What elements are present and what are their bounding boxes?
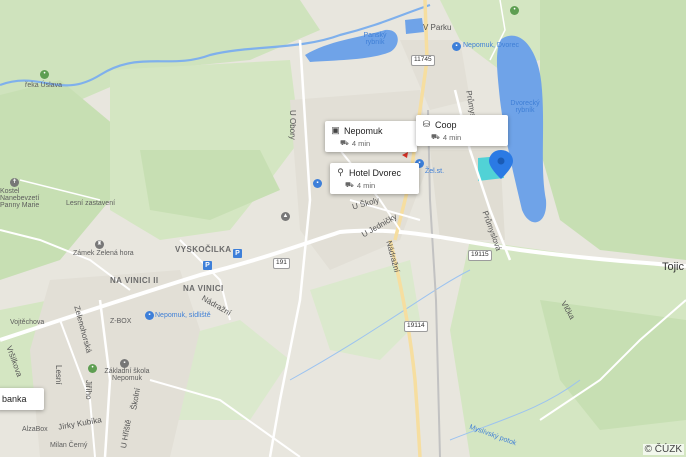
pond-label: Dvorecký rybník — [510, 100, 540, 114]
castle-icon[interactable]: ♜ — [95, 240, 104, 249]
poi-label[interactable]: Lesní zastavení — [66, 200, 115, 207]
cart-icon: ⛁ — [422, 119, 431, 129]
card-travel-time: 4 min — [351, 139, 371, 148]
poi-label[interactable]: Základní škola Nepomuk — [102, 368, 152, 382]
park-icon[interactable]: • — [88, 364, 97, 373]
nepomuk-bus-card[interactable]: ▣ Nepomuk ⛟ 4 min — [325, 121, 417, 152]
river-label: řeka Úslava — [25, 82, 62, 89]
banka-card[interactable]: banka — [0, 388, 44, 410]
map-canvas[interactable]: 11745 19115 19114 191 P P V Parku Nepomu… — [0, 0, 686, 457]
pond — [405, 18, 424, 34]
parking-icon[interactable]: P — [233, 249, 242, 258]
street-label: Jiřího — [84, 380, 93, 400]
bus-stop-icon[interactable]: ▪ — [145, 311, 154, 320]
landmark-icon[interactable]: ▲ — [281, 212, 290, 221]
station-label[interactable]: Žel.st. — [425, 168, 444, 175]
car-icon: ⛟ — [431, 134, 440, 141]
bus-stop-icon[interactable]: ▪ — [452, 42, 461, 51]
pond-label: Panský rybník — [363, 32, 387, 46]
poi-label[interactable]: Kostel Nanebevzetí Panny Marie — [0, 188, 48, 209]
bus-stop-icon[interactable]: ▪ — [313, 179, 322, 188]
parking-icon[interactable]: P — [203, 261, 212, 270]
area-label: NA VINICI II — [110, 276, 159, 285]
card-title: banka — [2, 394, 27, 404]
car-icon: ⛟ — [345, 182, 354, 189]
map-base-layer — [0, 0, 686, 457]
area-label: VYSKOČILKA — [175, 245, 232, 254]
area-label: NA VINICI — [183, 284, 224, 293]
bus-stop-label[interactable]: Nepomuk, Dvorec — [463, 42, 519, 49]
road-shield-191: 191 — [273, 258, 290, 269]
church-icon[interactable]: ✝ — [10, 178, 19, 187]
river-icon[interactable]: • — [40, 70, 49, 79]
restaurant-icon: ⚲ — [337, 167, 344, 177]
residential-area — [30, 270, 200, 457]
coop-store-card[interactable]: ⛁ Coop ⛟ 4 min — [416, 115, 508, 146]
map-copyright[interactable]: © ČÚZK — [642, 444, 684, 455]
car-icon: ⛟ — [340, 140, 349, 147]
town-label: Tojic — [662, 261, 685, 273]
street-label: U Obory — [288, 110, 297, 140]
poi-label[interactable]: Z-BOX — [110, 318, 131, 325]
bus-icon: ▣ — [331, 125, 340, 135]
poi-label[interactable]: Milan Černý — [50, 442, 87, 449]
road-shield-11745: 11745 — [411, 55, 435, 66]
forest-area — [540, 0, 686, 260]
card-title: Hotel Dvorec — [349, 167, 402, 178]
card-travel-time: 4 min — [442, 133, 462, 142]
card-title: Nepomuk — [344, 125, 383, 136]
card-title: Coop — [435, 119, 457, 130]
street-label: Lesní — [54, 365, 63, 385]
tree-icon[interactable]: • — [510, 6, 519, 15]
poi-label[interactable]: AlzaBox — [22, 426, 48, 433]
road-shield-19115: 19115 — [468, 250, 492, 261]
hotel-dvorec-card[interactable]: ⚲ Hotel Dvorec ⛟ 4 min — [330, 163, 419, 194]
bus-stop-label[interactable]: Nepomuk, sídliště — [155, 312, 211, 319]
road-shield-19114: 19114 — [404, 321, 428, 332]
poi-label[interactable]: Zámek Zelená hora — [73, 250, 134, 257]
street-label: V Parku — [423, 23, 452, 32]
card-travel-time: 4 min — [356, 181, 376, 190]
forest-area — [140, 150, 280, 220]
street-label: Vojtěchova — [10, 319, 45, 326]
school-icon[interactable]: ▪ — [120, 359, 129, 368]
